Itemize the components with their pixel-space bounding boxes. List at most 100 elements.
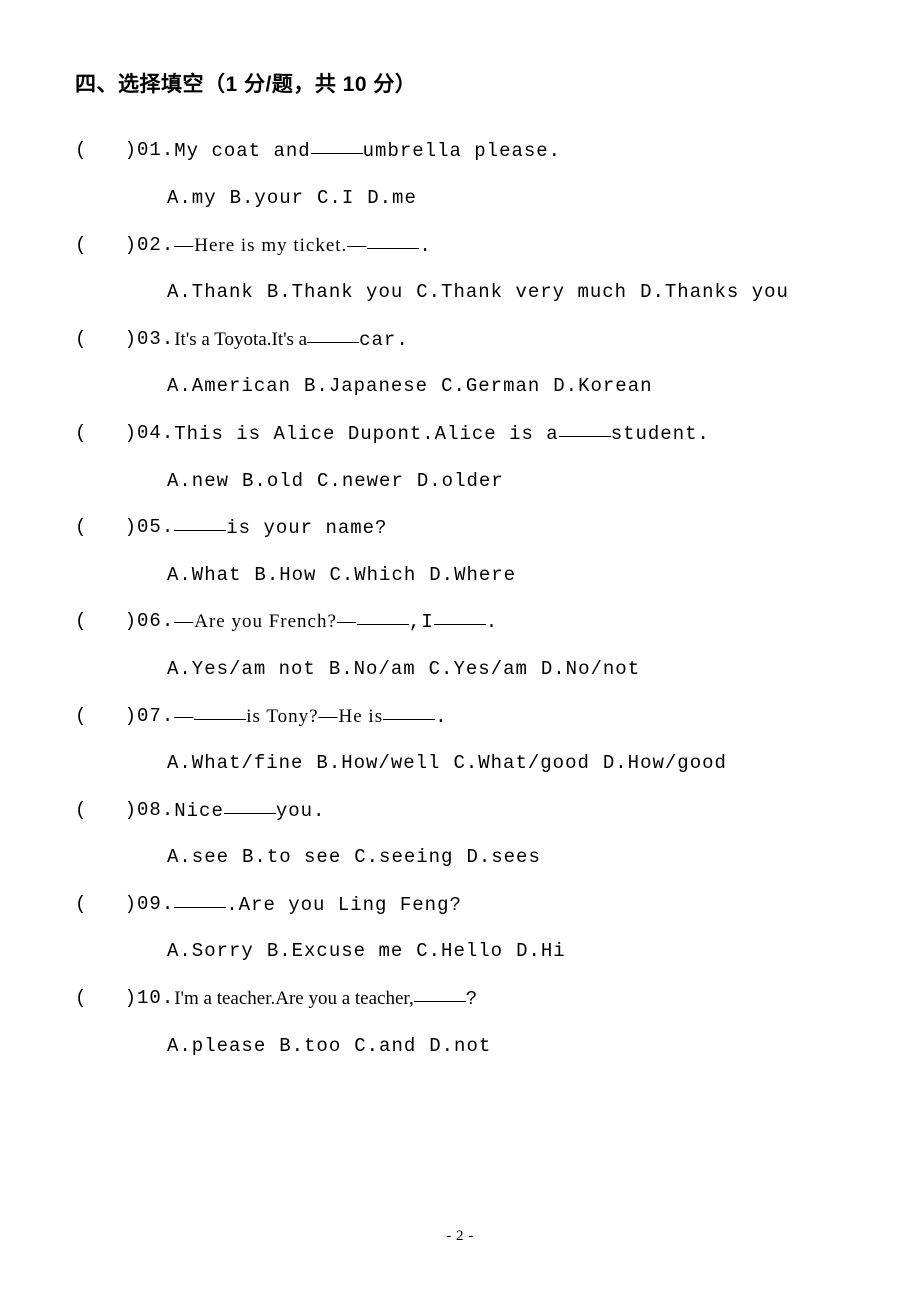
option-d[interactable]: D.sees [466,846,540,868]
question-item: ( ) 06. —Are you French?—,I. A.Yes/am no… [75,608,845,682]
answer-paren[interactable]: ( ) [75,703,137,731]
option-c[interactable]: C.Which [329,564,416,586]
question-item: ( ) 01. My coat andumbrella please. A.my… [75,137,845,211]
option-c[interactable]: C.seeing [354,846,453,868]
question-options: A.see B.to see C.seeing D.sees [75,844,845,871]
option-a[interactable]: A.Yes/am not [167,658,316,680]
question-text: —is Tony?—He is. [174,703,447,731]
question-text: My coat andumbrella please. [174,137,561,165]
option-b[interactable]: B.How [254,564,316,586]
question-number: 08. [137,797,174,825]
question-number: 01. [137,137,174,165]
question-stem: ( ) 10. I'm a teacher.Are you a teacher,… [75,985,845,1013]
option-a[interactable]: A.my [167,187,217,209]
option-a[interactable]: A.What/fine [167,752,303,774]
option-b[interactable]: B.Japanese [304,375,428,397]
answer-paren[interactable]: ( ) [75,608,137,636]
question-stem: ( ) 05. is your name? [75,514,845,542]
option-a[interactable]: A.What [167,564,241,586]
option-d[interactable]: D.not [429,1035,491,1057]
option-d[interactable]: D.How/good [603,752,727,774]
option-d[interactable]: D.Thanks you [640,281,789,303]
answer-paren[interactable]: ( ) [75,232,137,260]
option-b[interactable]: B.old [242,470,304,492]
blank[interactable] [311,135,363,154]
option-d[interactable]: D.Korean [553,375,652,397]
blank[interactable] [414,983,466,1002]
option-b[interactable]: B.Thank you [267,281,403,303]
question-stem: ( ) 09. .Are you Ling Feng? [75,891,845,919]
question-number: 09. [137,891,174,919]
answer-paren[interactable]: ( ) [75,891,137,919]
question-number: 03. [137,326,174,354]
question-options: A.What/fine B.How/well C.What/good D.How/go… [75,750,845,777]
option-c[interactable]: C.and [354,1035,416,1057]
option-c[interactable]: C.I [317,187,354,209]
option-d[interactable]: D.Hi [516,940,566,962]
option-d[interactable]: D.Where [429,564,516,586]
question-options: A.Yes/am not B.No/am C.Yes/am D.No/not [75,656,845,683]
question-text: —Are you French?—,I. [174,608,498,636]
answer-paren[interactable]: ( ) [75,137,137,165]
answer-paren[interactable]: ( ) [75,326,137,354]
question-text: is your name? [174,514,387,542]
question-options: A.new B.old C.newer D.older [75,468,845,495]
blank[interactable] [174,512,226,531]
blank[interactable] [307,324,359,343]
question-item: ( ) 04. This is Alice Dupont.Alice is as… [75,420,845,494]
question-number: 02. [137,232,174,260]
option-d[interactable]: D.No/not [541,658,640,680]
option-a[interactable]: A.American [167,375,291,397]
answer-paren[interactable]: ( ) [75,420,137,448]
option-c[interactable]: C.newer [317,470,404,492]
option-c[interactable]: C.What/good [453,752,589,774]
option-d[interactable]: D.me [367,187,417,209]
question-number: 04. [137,420,174,448]
question-text: This is Alice Dupont.Alice is astudent. [174,420,710,448]
answer-paren[interactable]: ( ) [75,514,137,542]
blank[interactable] [367,230,419,249]
answer-paren[interactable]: ( ) [75,985,137,1013]
option-d[interactable]: D.older [417,470,504,492]
blank[interactable] [174,889,226,908]
answer-paren[interactable]: ( ) [75,797,137,825]
blank[interactable] [194,701,246,720]
question-stem: ( ) 03. It's a Toyota.It's acar. [75,326,845,354]
option-b[interactable]: B.your [230,187,304,209]
question-options: A.please B.too C.and D.not [75,1033,845,1060]
option-a[interactable]: A.Sorry [167,940,254,962]
blank[interactable] [224,795,276,814]
blank[interactable] [559,418,611,437]
page-number: - 2 - [0,1226,920,1247]
question-options: A.my B.your C.I D.me [75,185,845,212]
option-a[interactable]: A.please [167,1035,266,1057]
option-a[interactable]: A.new [167,470,229,492]
question-item: ( ) 03. It's a Toyota.It's acar. A.Ameri… [75,326,845,400]
blank[interactable] [434,606,486,625]
question-options: A.Thank B.Thank you C.Thank very much D.Tha… [75,279,845,306]
option-b[interactable]: B.How/well [316,752,440,774]
question-stem: ( ) 06. —Are you French?—,I. [75,608,845,636]
option-c[interactable]: C.Yes/am [429,658,528,680]
question-options: A.American B.Japanese C.German D.Korean [75,373,845,400]
option-a[interactable]: A.see [167,846,229,868]
question-number: 10. [137,985,174,1013]
question-text: —Here is my ticket.—. [174,232,431,260]
blank[interactable] [383,701,435,720]
option-b[interactable]: B.to see [242,846,341,868]
question-options: A.What B.How C.Which D.Where [75,562,845,589]
option-a[interactable]: A.Thank [167,281,254,303]
option-c[interactable]: C.Thank very much [416,281,627,303]
question-item: ( ) 07. —is Tony?—He is. A.What/fineB.Ho… [75,703,845,777]
blank[interactable] [357,606,409,625]
question-stem: ( ) 01. My coat andumbrella please. [75,137,845,165]
question-options: A.Sorry B.Excuse me C.Hello D.Hi [75,938,845,965]
option-c[interactable]: C.German [441,375,540,397]
question-item: ( ) 10. I'm a teacher.Are you a teacher,… [75,985,845,1059]
option-b[interactable]: B.too [279,1035,341,1057]
option-b[interactable]: B.No/am [329,658,416,680]
section-title: 四、选择填空（1 分/题，共 10 分） [75,70,845,99]
option-c[interactable]: C.Hello [416,940,503,962]
option-b[interactable]: B.Excuse me [267,940,403,962]
question-stem: ( ) 08. Niceyou. [75,797,845,825]
